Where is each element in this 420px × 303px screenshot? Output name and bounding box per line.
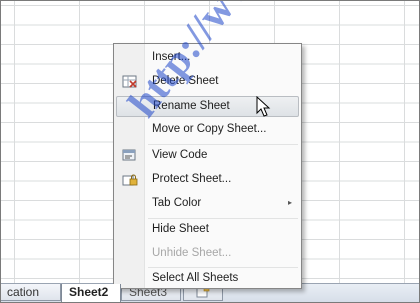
menu-item-delete-sheet[interactable]: Delete Sheet [116,72,299,93]
menu-item-protect-sheet[interactable]: Protect Sheet... [116,170,299,191]
menu-separator [148,267,298,268]
menu-item-select-all-sheets[interactable]: Select All Sheets [116,269,299,290]
menu-item-label: Unhide Sheet... [152,247,232,259]
submenu-arrow-icon: ▸ [287,198,292,207]
menu-separator [148,218,298,219]
menu-item-label: Tab Color [152,197,202,209]
sheet-tab-sheet2[interactable]: Sheet2 [61,284,121,302]
menu-item-tab-color[interactable]: Tab Color ▸ [116,194,299,215]
menu-item-label: Insert... [152,51,191,63]
menu-item-label: View Code [152,149,208,161]
menu-item-label: Protect Sheet... [152,173,232,185]
menu-item-view-code[interactable]: View Code [116,146,299,167]
menu-item-unhide-sheet: Unhide Sheet... [116,244,299,265]
excel-window: cation Sheet3 Sheet2 Insert... Delete Sh… [0,0,420,303]
view-code-icon [122,149,136,161]
menu-item-move-or-copy-sheet[interactable]: Move or Copy Sheet... [116,120,299,141]
menu-item-insert[interactable]: Insert... [116,48,299,69]
menu-item-label: Move or Copy Sheet... [152,123,267,135]
delete-sheet-icon [122,75,137,88]
menu-item-label: Hide Sheet [152,223,209,235]
sheet-context-menu: Insert... Delete Sheet Rename Sheet Move… [113,43,302,289]
menu-item-hide-sheet[interactable]: Hide Sheet [116,220,299,241]
menu-item-label: Delete Sheet [152,75,219,87]
protect-sheet-icon [122,174,138,186]
menu-separator [148,144,298,145]
menu-item-label: Rename Sheet [153,100,230,112]
menu-item-label: Select All Sheets [152,272,239,284]
sheet-tab-partial[interactable]: cation [1,284,61,301]
mouse-cursor-icon [256,96,271,117]
